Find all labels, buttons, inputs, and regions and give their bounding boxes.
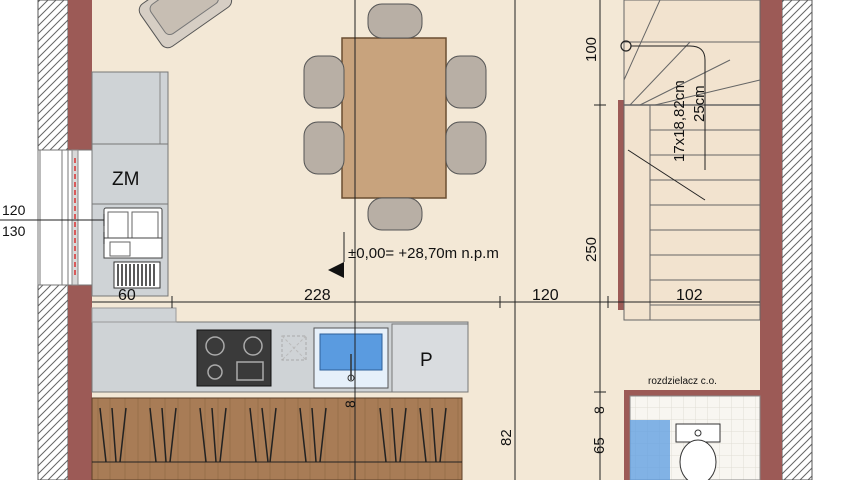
- dim-8-a: 8: [591, 406, 607, 414]
- floor-plan: ZM P rozdzielacz c.o. 100 250 17x18,82cm…: [0, 0, 848, 480]
- dim-120: 120: [532, 287, 559, 304]
- fridge: [91, 71, 169, 145]
- brick-wall-right: [760, 0, 782, 480]
- cooktop: [196, 329, 272, 387]
- window-opening: [37, 149, 93, 286]
- shower-tray: [630, 420, 670, 480]
- label-rozdzielacz: rozdzielacz c.o.: [648, 376, 717, 387]
- bath-wall-top: [624, 390, 760, 396]
- chair-top: [367, 3, 423, 39]
- label-p: P: [420, 350, 433, 371]
- dim-250: 250: [583, 237, 600, 262]
- left-counter: ZM: [91, 71, 169, 297]
- chair-left-1: [303, 55, 345, 109]
- staircase: [620, 0, 761, 321]
- dim-100: 100: [583, 37, 600, 62]
- dining-table: [341, 37, 447, 199]
- dim-stairs-tread: 25cm: [691, 85, 708, 122]
- level-label: ±0,00= +28,70m n.p.m: [348, 245, 499, 262]
- label-zm: ZM: [112, 169, 139, 190]
- dim-stairs-size: 17x18,82cm: [671, 80, 688, 162]
- dim-8-b: 8: [342, 400, 358, 408]
- chair-right-2: [445, 121, 487, 175]
- bath-wall-left: [624, 390, 630, 480]
- drain-grille: [113, 261, 161, 289]
- dim-102: 102: [676, 287, 703, 304]
- toilet-tank: [675, 423, 721, 443]
- dim-130-left: 130: [2, 223, 26, 239]
- toilet-bowl: [679, 439, 717, 480]
- chair-left-2: [303, 121, 345, 175]
- dim-120-left: 120: [2, 202, 26, 218]
- dim-82: 82: [498, 429, 515, 446]
- chair-right-1: [445, 55, 487, 109]
- chair-bottom: [367, 197, 423, 231]
- dim-60: 60: [118, 287, 136, 304]
- outer-wall-right: [781, 0, 813, 480]
- wood-closet: [91, 397, 463, 480]
- dim-228: 228: [304, 287, 331, 304]
- dim-65: 65: [591, 437, 608, 454]
